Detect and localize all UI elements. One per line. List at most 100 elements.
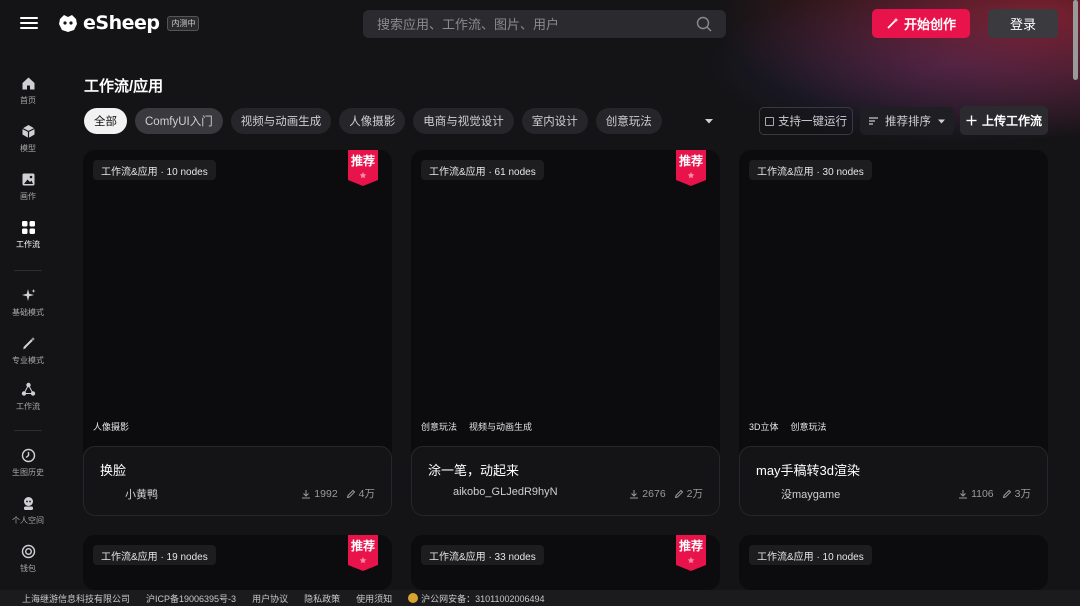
chevron-down-icon[interactable] bbox=[703, 116, 715, 126]
sidebar-item-workflow[interactable]: 工作流 bbox=[0, 220, 56, 250]
sidebar-item-history[interactable]: 生图历史 bbox=[0, 448, 56, 478]
search-icon[interactable] bbox=[696, 16, 712, 32]
workflow-card[interactable]: 工作流&应用 · 19 nodes 推荐 bbox=[83, 535, 392, 590]
use-count: 3万 bbox=[1002, 486, 1031, 501]
police-badge-icon bbox=[408, 593, 419, 603]
download-count: 1992 bbox=[301, 487, 338, 500]
workflow-card[interactable]: 工作流&应用 · 10 nodes bbox=[739, 535, 1048, 590]
footer-notice-link[interactable]: 使用须知 bbox=[356, 592, 392, 605]
sidebar-item-models[interactable]: 模型 bbox=[0, 124, 56, 154]
chip-comfyui-intro[interactable]: ComfyUI入门 bbox=[135, 108, 223, 134]
sidebar-label: 钱包 bbox=[20, 564, 36, 573]
avatar[interactable] bbox=[102, 485, 118, 501]
brush-icon bbox=[22, 337, 35, 350]
chip-interior-design[interactable]: 室内设计 bbox=[521, 108, 588, 134]
download-count-value: 1992 bbox=[314, 487, 338, 500]
ribbon-label: 推荐 bbox=[679, 538, 703, 553]
wallet-icon bbox=[21, 544, 35, 559]
recommended-ribbon: 推荐 bbox=[348, 535, 378, 571]
card-tag[interactable]: 创意玩法 bbox=[786, 418, 831, 435]
card-info: may手稿转3d渲染 没maygame 1106 3万 bbox=[739, 446, 1048, 516]
sidebar-label: 模型 bbox=[20, 144, 36, 153]
checkbox-icon[interactable] bbox=[765, 116, 774, 126]
download-count-value: 1106 bbox=[971, 487, 994, 500]
search-bar[interactable] bbox=[363, 10, 726, 38]
sidebar-label: 专业模式 bbox=[12, 356, 44, 365]
card-tags: 3D立体 创意玩法 bbox=[745, 418, 831, 435]
sidebar-label: 工作流 bbox=[16, 240, 40, 249]
grid-icon bbox=[21, 221, 35, 234]
footer-privacy-link[interactable]: 隐私政策 bbox=[304, 592, 340, 605]
sort-icon bbox=[869, 117, 878, 125]
avatar[interactable] bbox=[758, 485, 774, 501]
card-tag[interactable]: 人像摄影 bbox=[89, 418, 134, 435]
start-create-button[interactable]: 开始创作 bbox=[872, 9, 970, 38]
logo[interactable]: eSheep 内测中 bbox=[57, 12, 200, 34]
footer: 上海继游信息科技有限公司 沪ICP备19006395号-3 用户协议 隐私政策 … bbox=[0, 590, 1080, 606]
nodes-icon bbox=[21, 382, 35, 396]
upload-workflow-button[interactable]: 上传工作流 bbox=[960, 106, 1048, 135]
sidebar-divider bbox=[14, 430, 42, 431]
pen-icon bbox=[1002, 489, 1011, 498]
footer-company: 上海继游信息科技有限公司 bbox=[22, 593, 131, 604]
use-count-value: 2万 bbox=[686, 488, 703, 500]
card-author[interactable]: 没maygame bbox=[781, 486, 840, 502]
sidebar-item-home[interactable]: 首页 bbox=[0, 76, 56, 106]
footer-terms-link[interactable]: 用户协议 bbox=[252, 592, 288, 605]
card-title[interactable]: may手稿转3d渲染 bbox=[756, 460, 860, 479]
sidebar-item-pro-mode[interactable]: 专业模式 bbox=[0, 336, 56, 366]
login-button[interactable]: 登录 bbox=[988, 9, 1058, 38]
card-author[interactable]: aikobo_GLJedR9hyN bbox=[453, 486, 558, 498]
sidebar-item-wallet[interactable]: 钱包 bbox=[0, 544, 56, 574]
card-stats: 1106 3万 bbox=[958, 486, 1031, 501]
card-stats: 2676 2万 bbox=[629, 486, 703, 501]
menu-icon[interactable] bbox=[20, 14, 38, 32]
chip-creative-play[interactable]: 创意玩法 bbox=[595, 108, 662, 134]
download-icon bbox=[959, 489, 968, 498]
sidebar-item-basic-mode[interactable]: 基础模式 bbox=[0, 288, 56, 318]
card-title[interactable]: 涂一笔，动起来 bbox=[428, 460, 519, 479]
use-count-value: 3万 bbox=[1014, 488, 1031, 500]
avatar[interactable] bbox=[430, 485, 446, 501]
top-header: eSheep 内测中 开始创作 登录 bbox=[0, 0, 1080, 48]
one-click-run-filter[interactable]: 支持一键运行 bbox=[759, 107, 853, 135]
workflow-card[interactable]: 工作流&应用 · 33 nodes 推荐 bbox=[411, 535, 720, 590]
history-icon bbox=[21, 448, 35, 463]
sidebar-label: 生图历史 bbox=[12, 468, 44, 477]
brand-name: eSheep bbox=[83, 12, 160, 34]
card-meta: 工作流&应用 · 19 nodes bbox=[93, 545, 216, 565]
workflow-card[interactable]: 工作流&应用 · 30 nodes 3D立体 创意玩法 may手稿转3d渲染 没… bbox=[739, 150, 1048, 516]
card-info: 涂一笔，动起来 aikobo_GLJedR9hyN 2676 2万 bbox=[411, 446, 720, 516]
chip-ecommerce-design[interactable]: 电商与视觉设计 bbox=[413, 108, 514, 134]
workflow-card[interactable]: 工作流&应用 · 61 nodes 推荐 创意玩法 视频与动画生成 涂一笔，动起… bbox=[411, 150, 720, 516]
sort-dropdown[interactable]: 推荐排序 bbox=[860, 107, 954, 135]
sidebar-item-personal-space[interactable]: 个人空间 bbox=[0, 496, 56, 526]
footer-police-link[interactable]: 沪公网安备：31011002006494 bbox=[408, 592, 545, 605]
sidebar-label: 画作 bbox=[20, 192, 36, 201]
sidebar-label: 工作流 bbox=[16, 402, 40, 411]
search-input[interactable] bbox=[377, 16, 696, 32]
card-title[interactable]: 换脸 bbox=[100, 460, 126, 479]
workflow-card[interactable]: 工作流&应用 · 10 nodes 推荐 人像摄影 换脸 小黄鸭 1992 4万 bbox=[83, 150, 392, 516]
page-scrollbar[interactable] bbox=[1073, 0, 1078, 80]
footer-icp-link[interactable]: 沪ICP备19006395号-3 bbox=[146, 592, 236, 605]
ribbon-label: 推荐 bbox=[679, 153, 703, 168]
sidebar-item-workflow-tool[interactable]: 工作流 bbox=[0, 382, 56, 412]
card-meta: 工作流&应用 · 61 nodes bbox=[421, 160, 544, 180]
sidebar-item-artworks[interactable]: 画作 bbox=[0, 172, 56, 202]
sparkle-icon bbox=[21, 289, 35, 301]
user-icon bbox=[23, 497, 33, 510]
download-count: 2676 bbox=[629, 488, 666, 500]
chip-portrait[interactable]: 人像摄影 bbox=[339, 108, 406, 134]
card-tag[interactable]: 3D立体 bbox=[745, 418, 783, 435]
use-count: 4万 bbox=[346, 486, 375, 501]
sheep-logo-icon bbox=[59, 15, 77, 32]
chip-video-animation[interactable]: 视频与动画生成 bbox=[230, 108, 332, 134]
card-meta: 工作流&应用 · 30 nodes bbox=[749, 160, 872, 180]
footer-police-text: 沪公网安备：31011002006494 bbox=[421, 593, 545, 604]
chip-all[interactable]: 全部 bbox=[84, 108, 127, 134]
card-tag[interactable]: 创意玩法 bbox=[417, 418, 462, 435]
beta-badge: 内测中 bbox=[167, 15, 200, 31]
card-tag[interactable]: 视频与动画生成 bbox=[465, 418, 537, 435]
card-author[interactable]: 小黄鸭 bbox=[125, 486, 158, 502]
